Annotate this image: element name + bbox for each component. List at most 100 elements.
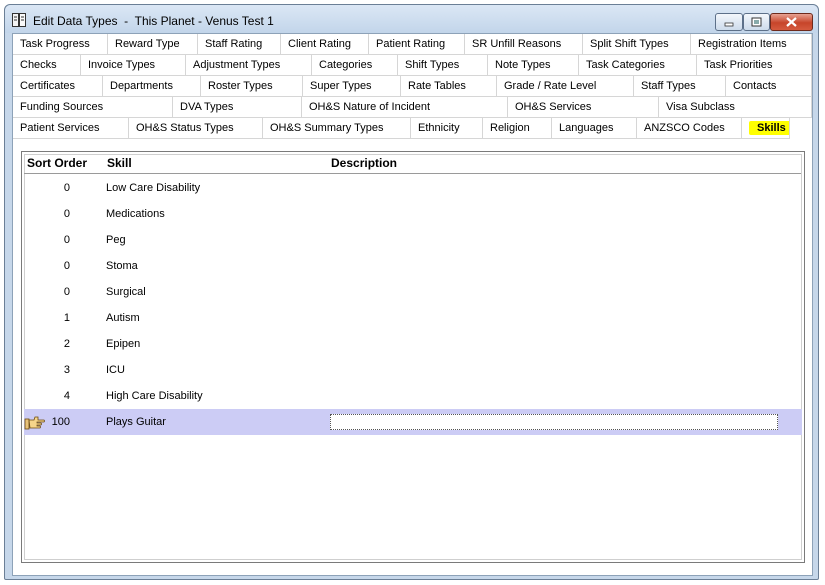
- tab-departments[interactable]: Departments: [103, 76, 201, 97]
- table-row[interactable]: 2 Epipen: [24, 331, 802, 357]
- tab-reward-type[interactable]: Reward Type: [108, 34, 198, 55]
- column-header-skill[interactable]: Skill: [107, 156, 132, 170]
- tab-label: Note Types: [495, 59, 551, 71]
- tab-funding-sources[interactable]: Funding Sources: [13, 97, 173, 118]
- skill-cell[interactable]: Epipen: [106, 338, 140, 350]
- table-row[interactable]: 0 Low Care Disability: [24, 175, 802, 201]
- tab-adjustment-types[interactable]: Adjustment Types: [186, 55, 312, 76]
- tab-religion[interactable]: Religion: [483, 118, 552, 139]
- tab-oh-s-summary-types[interactable]: OH&S Summary Types: [263, 118, 411, 139]
- tab-oh-s-nature-of-incident[interactable]: OH&S Nature of Incident: [302, 97, 508, 118]
- tab-task-progress[interactable]: Task Progress: [13, 34, 108, 55]
- tab-contacts[interactable]: Contacts: [726, 76, 812, 97]
- skill-cell[interactable]: Low Care Disability: [106, 182, 200, 194]
- data-types-icon: [12, 13, 26, 27]
- description-edit-field[interactable]: [330, 414, 778, 430]
- sort-order-cell[interactable]: 2: [24, 338, 70, 350]
- skill-cell[interactable]: Peg: [106, 234, 126, 246]
- tab-rate-tables[interactable]: Rate Tables: [401, 76, 497, 97]
- skill-cell[interactable]: Medications: [106, 208, 165, 220]
- minimize-button[interactable]: [715, 13, 743, 31]
- tab-staff-types[interactable]: Staff Types: [634, 76, 726, 97]
- sort-order-cell[interactable]: 4: [24, 390, 70, 402]
- tab-label: Funding Sources: [20, 101, 104, 113]
- table-row[interactable]: 0 Surgical: [24, 279, 802, 305]
- tab-note-types[interactable]: Note Types: [488, 55, 579, 76]
- tab-dva-types[interactable]: DVA Types: [173, 97, 302, 118]
- column-header-description[interactable]: Description: [331, 156, 397, 170]
- tab-client-rating[interactable]: Client Rating: [281, 34, 369, 55]
- tab-checks[interactable]: Checks: [13, 55, 81, 76]
- tab-oh-s-status-types[interactable]: OH&S Status Types: [129, 118, 263, 139]
- tab-label: Registration Items: [698, 38, 787, 50]
- skill-cell[interactable]: ICU: [106, 364, 125, 376]
- tab-task-priorities[interactable]: Task Priorities: [697, 55, 812, 76]
- tab-super-types[interactable]: Super Types: [303, 76, 401, 97]
- tab-patient-rating[interactable]: Patient Rating: [369, 34, 465, 55]
- sort-order-cell[interactable]: 0: [24, 182, 70, 194]
- tab-row-2: Checks Invoice Types Adjustment Types Categ…: [13, 55, 812, 76]
- tab-split-shift-types[interactable]: Split Shift Types: [583, 34, 691, 55]
- tab-skills[interactable]: Skills: [742, 118, 790, 139]
- tab-categories[interactable]: Categories: [312, 55, 398, 76]
- table-row[interactable]: 1 Autism: [24, 305, 802, 331]
- tab-sr-unfill-reasons[interactable]: SR Unfill Reasons: [465, 34, 583, 55]
- tab-label: Client Rating: [288, 38, 351, 50]
- sort-order-cell[interactable]: 1: [24, 312, 70, 324]
- skill-cell[interactable]: High Care Disability: [106, 390, 203, 402]
- skill-cell[interactable]: Plays Guitar: [106, 416, 166, 428]
- tab-shift-types[interactable]: Shift Types: [398, 55, 488, 76]
- tab-patient-services[interactable]: Patient Services: [13, 118, 129, 139]
- maximize-button[interactable]: [743, 13, 770, 31]
- tab-visa-subclass[interactable]: Visa Subclass: [659, 97, 812, 118]
- tab-label: ANZSCO Codes: [644, 122, 725, 134]
- tab-oh-s-services[interactable]: OH&S Services: [508, 97, 659, 118]
- table-row[interactable]: 3 ICU: [24, 357, 802, 383]
- tab-grade-rate-level[interactable]: Grade / Rate Level: [497, 76, 634, 97]
- tab-languages[interactable]: Languages: [552, 118, 637, 139]
- tab-certificates[interactable]: Certificates: [13, 76, 103, 97]
- tab-label: Staff Rating: [205, 38, 263, 50]
- tab-staff-rating[interactable]: Staff Rating: [198, 34, 281, 55]
- sort-order-cell[interactable]: 0: [24, 208, 70, 220]
- minimize-icon: [724, 22, 734, 27]
- title-bar[interactable]: Edit Data Types - This Planet - Venus Te…: [5, 5, 818, 33]
- skill-cell[interactable]: Stoma: [106, 260, 138, 272]
- skills-grid[interactable]: Sort Order Skill Description 0 Low Care D…: [21, 151, 805, 563]
- tab-label: Visa Subclass: [666, 101, 735, 113]
- tab-label: SR Unfill Reasons: [472, 38, 562, 50]
- column-header-sort-order[interactable]: Sort Order: [27, 156, 87, 170]
- skill-cell[interactable]: Surgical: [106, 286, 146, 298]
- grid-bottom-line: [24, 559, 802, 560]
- tab-ethnicity[interactable]: Ethnicity: [411, 118, 483, 139]
- tab-anzsco-codes[interactable]: ANZSCO Codes: [637, 118, 742, 139]
- skill-cell[interactable]: Autism: [106, 312, 140, 324]
- tab-registration-items[interactable]: Registration Items: [691, 34, 812, 55]
- table-row[interactable]: 0 Peg: [24, 227, 802, 253]
- sort-order-cell[interactable]: 3: [24, 364, 70, 376]
- sort-order-cell[interactable]: 100: [24, 416, 70, 428]
- tab-row-1: Task Progress Reward Type Staff Rating Clie…: [13, 34, 812, 55]
- close-button[interactable]: [770, 13, 813, 31]
- tab-label: Ethnicity: [418, 122, 460, 134]
- sort-order-cell[interactable]: 0: [24, 234, 70, 246]
- tab-task-categories[interactable]: Task Categories: [579, 55, 697, 76]
- table-row[interactable]: 100 Plays Guitar: [24, 409, 802, 435]
- tab-label: Shift Types: [405, 59, 460, 71]
- sort-order-cell[interactable]: 0: [24, 286, 70, 298]
- table-row[interactable]: 0 Stoma: [24, 253, 802, 279]
- edit-data-types-window: Edit Data Types - This Planet - Venus Te…: [4, 4, 819, 580]
- tab-row-3: Certificates Departments Roster Types Super…: [13, 76, 812, 97]
- table-row[interactable]: 4 High Care Disability: [24, 383, 802, 409]
- tab-label: Adjustment Types: [193, 59, 281, 71]
- tab-invoice-types[interactable]: Invoice Types: [81, 55, 186, 76]
- tab-label: Languages: [559, 122, 614, 134]
- tab-label: Religion: [490, 122, 530, 134]
- close-icon: [786, 17, 797, 27]
- sort-order-cell[interactable]: 0: [24, 260, 70, 272]
- tab-label: Skills: [749, 121, 789, 135]
- header-divider: [24, 173, 801, 174]
- tab-label: Super Types: [310, 80, 372, 92]
- tab-roster-types[interactable]: Roster Types: [201, 76, 303, 97]
- table-row[interactable]: 0 Medications: [24, 201, 802, 227]
